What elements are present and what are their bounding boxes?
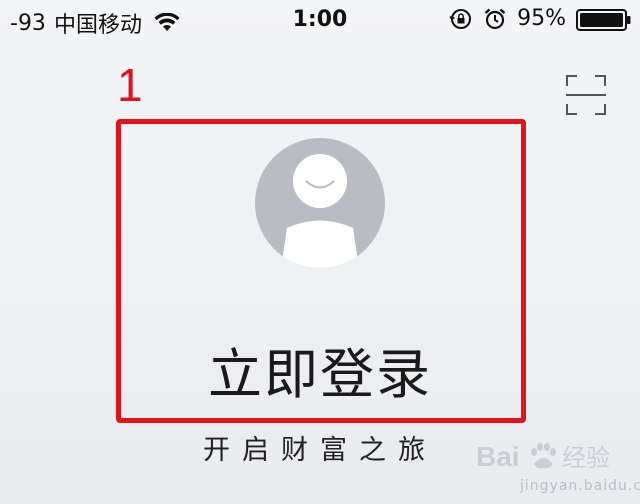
avatar[interactable] — [255, 138, 385, 268]
orientation-lock-icon — [449, 8, 472, 29]
svg-text:经验: 经验 — [562, 444, 610, 472]
annotation-number: 1 — [117, 59, 143, 111]
status-right: 95% — [449, 6, 631, 31]
battery-percent: 95% — [517, 6, 566, 31]
watermark-url: jingyan.baidu.com — [520, 478, 640, 494]
login-button[interactable]: 立即登录 — [120, 330, 520, 409]
battery-icon — [576, 8, 631, 31]
status-bar: -93 中国移动 1:00 95% — [0, 0, 640, 40]
default-user-icon — [281, 154, 359, 268]
svg-text:Bai: Bai — [476, 441, 520, 472]
scan-icon[interactable] — [566, 75, 606, 115]
alarm-icon — [484, 8, 506, 29]
